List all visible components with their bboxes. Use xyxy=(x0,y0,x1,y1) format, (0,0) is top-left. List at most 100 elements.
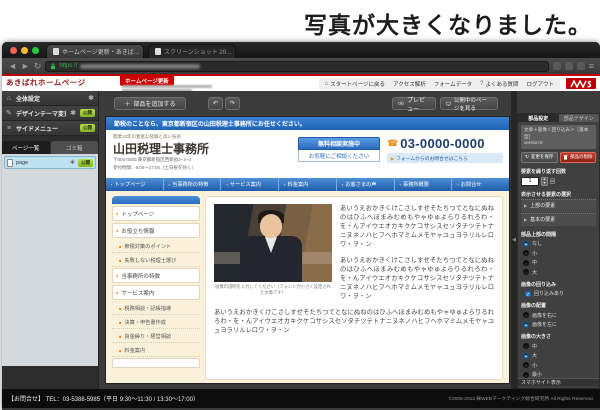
menu-item[interactable]: ●お役立ち情報 xyxy=(112,223,200,238)
browser-tab-inactive[interactable]: スクリーンショット 20… xyxy=(148,44,236,58)
radio-spacing-medium[interactable]: 中 xyxy=(521,259,596,266)
back-button[interactable]: ◄ xyxy=(8,62,17,71)
menu-item[interactable]: ●当事務所の特徴 xyxy=(112,268,200,283)
add-part-button[interactable]: ＋ 部品を追加する xyxy=(114,97,186,110)
browser-extension-icon[interactable] xyxy=(565,62,573,70)
url-scheme: https:// xyxy=(59,63,77,69)
menu-subitem[interactable]: ■失敗しない税理士選び xyxy=(112,254,200,267)
radio-size-smallest[interactable]: 最小 xyxy=(521,371,596,378)
tab-page-list[interactable]: ページ一覧 xyxy=(2,141,50,154)
radio-image-left[interactable]: 画像を左に xyxy=(521,321,596,328)
nav-item[interactable]: ▪トップページ xyxy=(106,178,163,191)
checkbox-wrap[interactable]: ✓ 回り込みあり xyxy=(521,290,596,297)
menu-subitem[interactable]: ■料金案内 xyxy=(112,344,200,357)
site-catchphrase-bar: 節税のことなら、東京都新宿区の山田税理士事務所にお任せください。 xyxy=(106,117,509,130)
sidebar-item-global-settings[interactable]: ⌂ 全体設定 ✱ xyxy=(2,91,98,106)
menu-item-formdata[interactable]: フォームデータ xyxy=(434,80,472,88)
stepper-arrows[interactable]: ▲▼ xyxy=(541,177,548,186)
menu-item-logout[interactable]: ログアウト xyxy=(526,80,554,88)
gear-icon[interactable]: ✱ xyxy=(69,109,77,117)
nav-item[interactable]: ▪事務所概要 xyxy=(394,178,452,191)
element-row-top[interactable]: ▶ 上部の要素 xyxy=(521,199,596,212)
browser-tab-active[interactable]: ホームページ更新・あきば… xyxy=(46,44,144,58)
menu-subitem[interactable]: ■節税対策のポイント xyxy=(112,240,200,253)
page-list: page ✱ 公開 xyxy=(2,154,98,366)
tab-trash[interactable]: ゴミ箱 xyxy=(51,141,99,154)
plus-icon: ＋ xyxy=(124,99,130,108)
collapse-icon: ◀ xyxy=(512,237,516,243)
delete-part-button[interactable]: 部品の削除 xyxy=(560,152,597,163)
left-sidebar: ⌂ 全体設定 ✱ ✎ デザインテーマ変更 ✱ 公開 ≡ サイドメニュー 公開 ペ… xyxy=(2,91,99,389)
trash-icon xyxy=(563,154,568,160)
preview-button[interactable]: プレビュー xyxy=(392,97,436,110)
reload-button[interactable]: ↻ xyxy=(34,62,42,71)
nav-item[interactable]: ▪お客さまの声 xyxy=(336,178,394,191)
browser-extension-icon[interactable] xyxy=(577,62,585,70)
tab-part-settings[interactable]: 部品設定 xyxy=(518,114,559,122)
free-consultation-box: 無料相談実施中 お気軽にご相談ください xyxy=(298,137,380,162)
forward-button[interactable]: ► xyxy=(21,62,30,71)
browser-menu-icon[interactable]: ≡ xyxy=(589,62,594,71)
photo-face xyxy=(260,214,282,238)
monitor-icon xyxy=(446,101,451,107)
element-row-base[interactable]: ▶ 基本の要素 xyxy=(521,213,596,226)
photo-caption: 画像の説明を入力してください（フォントが小さく設定された文章です） xyxy=(214,284,332,296)
radio-size-small[interactable]: 小 xyxy=(521,362,596,369)
radio-size-medium[interactable]: 中 xyxy=(521,343,596,350)
nav-item[interactable]: ▪料金案内 xyxy=(278,178,336,191)
menu-subitem[interactable]: ■決算・申告書作成 xyxy=(112,316,200,329)
menu-item[interactable]: ●トップページ xyxy=(112,206,200,221)
nav-item[interactable]: ▪お問合せ xyxy=(451,178,509,191)
url-field[interactable]: https:// xyxy=(45,61,548,72)
sidebar-item-design-theme[interactable]: ✎ デザインテーマ変更 ✱ 公開 xyxy=(2,106,98,121)
repeat-unit: 回 xyxy=(550,178,555,185)
tab-title: スクリーンショット 20… xyxy=(164,47,232,56)
cms-footer: 【お問合せ】 TEL：03-5388-5985（平日 9:30～11:30 / … xyxy=(2,389,600,408)
page-canvas[interactable]: 節税のことなら、東京都新宿区の山田税理士事務所にお任せください。 開業10年の豊… xyxy=(105,116,510,384)
eye-icon xyxy=(398,101,404,106)
site-address: 〒000-0000 東京都新宿区西新宿3−2−4 xyxy=(113,157,191,163)
logo-zigzag xyxy=(570,80,592,88)
smartphone-display-header[interactable]: スマホサイト表示 xyxy=(518,378,599,386)
radio-spacing-none[interactable]: なし xyxy=(521,240,596,247)
part-info-box: 文章＋画像＜回り込み＞［基本型］ version:5 xyxy=(521,125,596,149)
menu-item-analytics[interactable]: アクセス解析 xyxy=(393,80,426,88)
headline-text: 写真が大きくなりました。 xyxy=(304,6,592,40)
site-main-article[interactable]: 画像の説明を入力してください（フォントが小さく設定された文章です） あいうえおか… xyxy=(205,196,503,380)
repeat-count-input[interactable]: 1 xyxy=(521,177,539,186)
close-window-button[interactable] xyxy=(10,47,17,54)
radio-image-right[interactable]: 画像を右に xyxy=(521,312,596,319)
page-list-item-selected[interactable]: page ✱ 公開 xyxy=(4,156,96,169)
cms-menu: ⌂スタートページに戻る アクセス解析 フォームデータ ?よくある質問 ログアウト xyxy=(319,78,560,90)
menu-item[interactable]: ●サービス案内 xyxy=(112,285,200,300)
menu-subitem[interactable]: ■税務相談・記帳指導 xyxy=(112,302,200,315)
redo-button[interactable]: ↷ xyxy=(225,97,240,110)
minimize-window-button[interactable] xyxy=(21,47,28,54)
view-published-button[interactable]: 公開中のページを見る xyxy=(440,97,498,110)
tab-part-design[interactable]: 部品デザイン xyxy=(559,114,600,122)
menu-item-faq[interactable]: ?よくある質問 xyxy=(480,80,518,88)
radio-size-large[interactable]: 大 xyxy=(521,352,596,359)
nav-item[interactable]: ▪サービス案内 xyxy=(220,178,278,191)
dummy-paragraph: あいうえおかきくけこさしすせそたちつてとなにぬねのはひふへほまみむめもやゃゆゅよ… xyxy=(214,308,494,335)
panel-buttons: ↻ 変更を保存 部品の削除 xyxy=(521,152,596,163)
save-part-button[interactable]: ↻ 変更を保存 xyxy=(521,152,558,163)
site-body: ●トップページ ●お役立ち情報 ■節税対策のポイント ■失敗しない税理士選び ●… xyxy=(106,191,509,384)
menu-subitem[interactable]: ■資金繰り・経営相談 xyxy=(112,330,200,343)
radio-spacing-small[interactable]: 小 xyxy=(521,250,596,257)
contact-form-link[interactable]: ▶ フォームからのお問合せはこちら xyxy=(387,153,503,163)
gear-icon[interactable]: ✱ xyxy=(87,94,95,102)
maximize-window-button[interactable] xyxy=(32,47,39,54)
radio-spacing-large[interactable]: 大 xyxy=(521,269,596,276)
nav-item[interactable]: ▪当事務所の特徴 xyxy=(163,178,221,191)
site-title: 山田税理士事務所 xyxy=(113,140,209,157)
sidebar-item-side-menu[interactable]: ≡ サイドメニュー 公開 xyxy=(2,121,98,136)
menu-item-start[interactable]: ⌂スタートページに戻る xyxy=(325,80,386,88)
spacing-label: 部品上部の間隔 xyxy=(521,231,596,238)
radio-dot xyxy=(523,372,529,378)
browser-extension-icon[interactable] xyxy=(553,62,561,70)
part-version: version:5 xyxy=(524,140,593,147)
gear-icon[interactable]: ✱ xyxy=(70,159,75,166)
menu-header-bar xyxy=(112,196,200,204)
undo-button[interactable]: ↶ xyxy=(208,97,223,110)
